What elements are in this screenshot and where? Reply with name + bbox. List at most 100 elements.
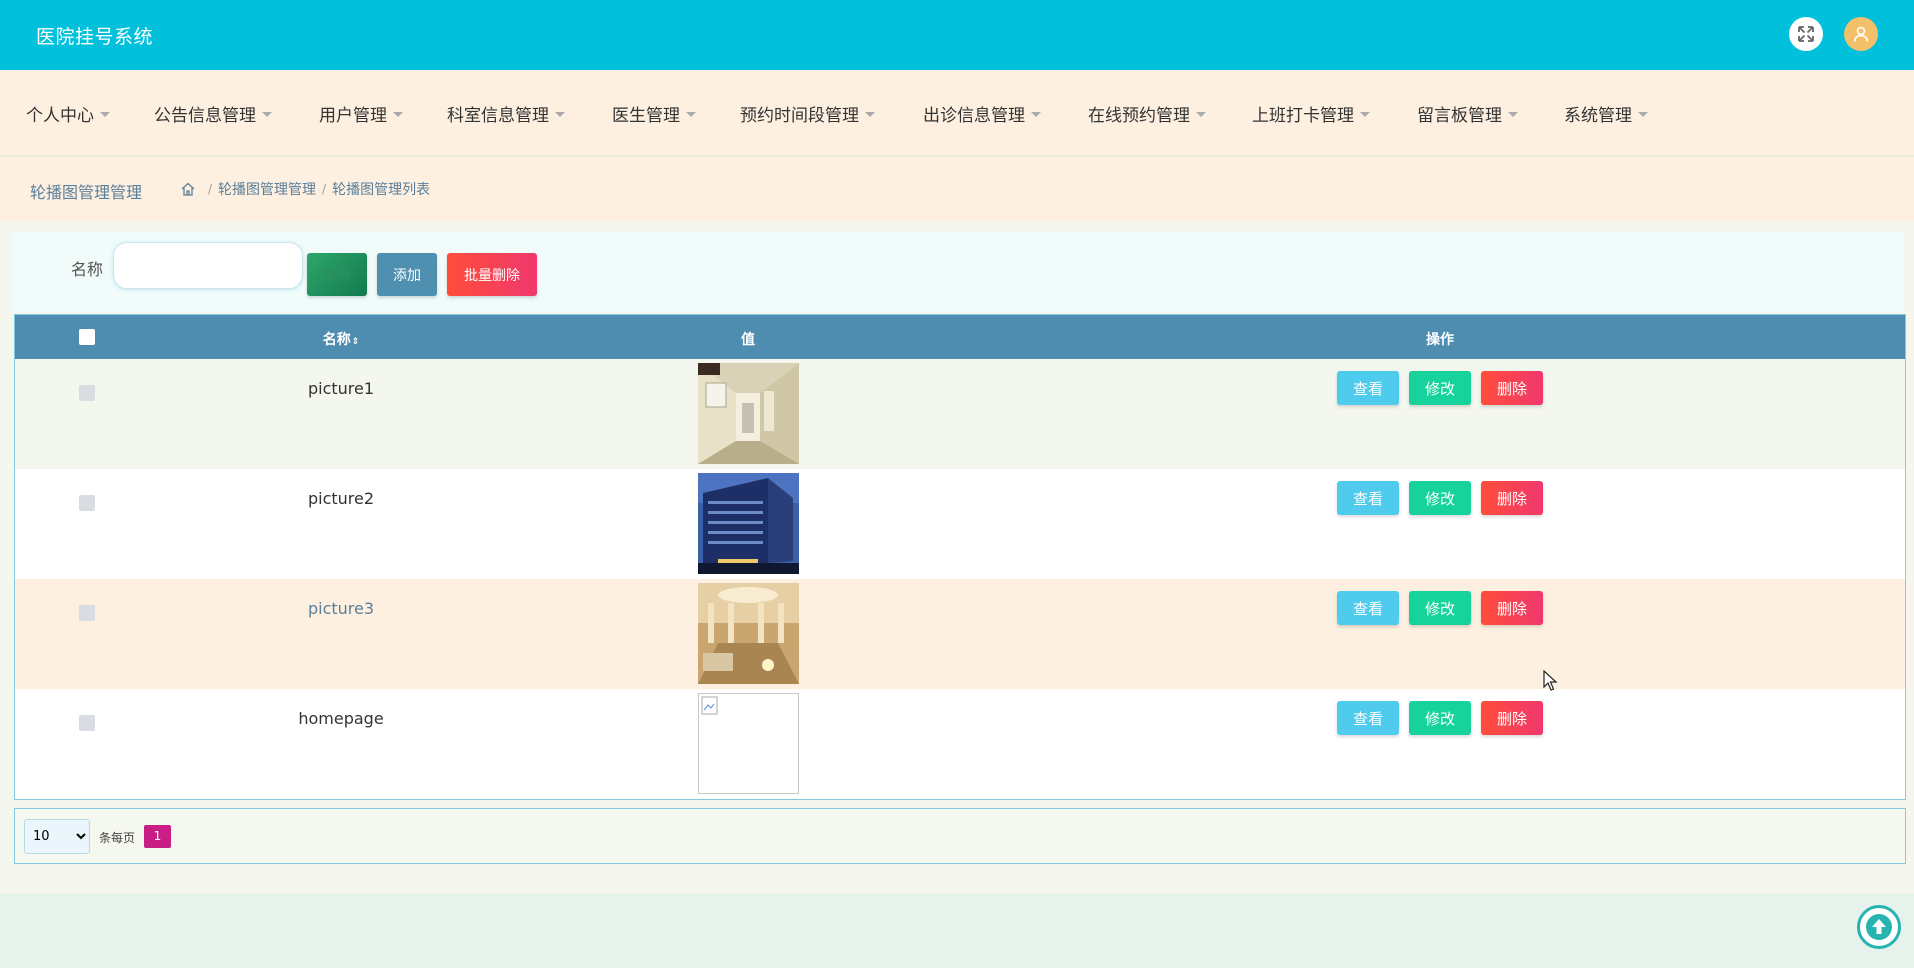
caret-down-icon bbox=[1031, 111, 1041, 117]
edit-button[interactable]: 修改 bbox=[1409, 591, 1471, 625]
caret-down-icon bbox=[865, 111, 875, 117]
broken-image-icon bbox=[701, 696, 718, 715]
column-value-header: 值 bbox=[741, 332, 755, 348]
data-table: 名称⇕ 值 操作 picture1 查看 修改 删除 picture2 查看 修… bbox=[14, 314, 1906, 800]
page-number-button[interactable]: 1 bbox=[144, 825, 171, 848]
menu-label: 上班打卡管理 bbox=[1252, 106, 1354, 126]
caret-down-icon bbox=[393, 111, 403, 117]
row-actions: 查看 修改 删除 bbox=[1337, 591, 1553, 625]
row-actions: 查看 修改 删除 bbox=[1337, 371, 1553, 405]
table-row: picture2 查看 修改 删除 bbox=[15, 469, 1905, 579]
fullscreen-button[interactable] bbox=[1789, 17, 1823, 51]
menu-label: 系统管理 bbox=[1564, 106, 1632, 126]
hospital-lobby-photo bbox=[698, 583, 799, 684]
main-menu: 个人中心 公告信息管理 用户管理 科室信息管理 医生管理 预约时间段管理 出诊信… bbox=[0, 70, 1914, 156]
page-size-select[interactable]: 10 bbox=[24, 819, 90, 854]
view-button[interactable]: 查看 bbox=[1337, 591, 1399, 625]
menu-label: 公告信息管理 bbox=[154, 106, 256, 126]
edit-button[interactable]: 修改 bbox=[1409, 371, 1471, 405]
page-title: 轮播图管理管理 bbox=[30, 183, 143, 202]
caret-down-icon bbox=[100, 111, 110, 117]
menu-label: 用户管理 bbox=[319, 106, 387, 126]
per-page-label: 条每页 bbox=[99, 831, 136, 845]
column-actions-header: 操作 bbox=[1426, 332, 1454, 348]
row-checkbox[interactable] bbox=[79, 715, 95, 731]
delete-button[interactable]: 删除 bbox=[1481, 371, 1543, 405]
table-header: 名称⇕ 值 操作 bbox=[15, 315, 1905, 359]
caret-down-icon bbox=[1638, 111, 1648, 117]
search-input[interactable] bbox=[113, 242, 303, 289]
row-name: picture2 bbox=[307, 489, 375, 508]
bulk-delete-button[interactable]: 批量删除 bbox=[447, 253, 537, 296]
hospital-corridor-photo bbox=[698, 363, 799, 464]
menu-label: 医生管理 bbox=[612, 106, 680, 126]
row-name: homepage bbox=[298, 709, 384, 728]
sort-icon[interactable]: ⇕ bbox=[352, 337, 360, 347]
row-checkbox[interactable] bbox=[79, 605, 95, 621]
row-actions: 查看 修改 删除 bbox=[1337, 481, 1553, 515]
column-label: 名称 bbox=[322, 332, 351, 348]
view-button[interactable]: 查看 bbox=[1337, 481, 1399, 515]
arrow-up-circle-icon bbox=[1866, 914, 1892, 940]
select-all-checkbox[interactable] bbox=[79, 329, 95, 345]
menu-system[interactable]: 系统管理 bbox=[1564, 101, 1648, 126]
row-image bbox=[698, 473, 799, 574]
mouse-cursor-icon bbox=[1543, 670, 1558, 691]
menu-label: 科室信息管理 bbox=[447, 106, 549, 126]
breadcrumb-item[interactable]: 轮播图管理管理 bbox=[218, 179, 316, 199]
caret-down-icon bbox=[1360, 111, 1370, 117]
menu-time-slots[interactable]: 预约时间段管理 bbox=[740, 101, 875, 126]
delete-button[interactable]: 删除 bbox=[1481, 591, 1543, 625]
row-checkbox[interactable] bbox=[79, 385, 95, 401]
query-button[interactable]: 查询 bbox=[307, 253, 367, 296]
add-button[interactable]: 添加 bbox=[377, 253, 437, 296]
home-icon[interactable] bbox=[180, 181, 196, 197]
table-row: picture3 查看 修改 删除 bbox=[15, 579, 1905, 689]
menu-label: 出诊信息管理 bbox=[923, 106, 1025, 126]
column-name-header[interactable]: 名称⇕ bbox=[323, 329, 360, 349]
menu-label: 留言板管理 bbox=[1417, 106, 1502, 126]
breadcrumb: / 轮播图管理管理 / 轮播图管理列表 bbox=[180, 179, 430, 199]
delete-button[interactable]: 删除 bbox=[1481, 481, 1543, 515]
row-image bbox=[698, 583, 799, 684]
menu-label: 个人中心 bbox=[26, 106, 94, 126]
app-title: 医院挂号系统 bbox=[36, 26, 154, 48]
row-actions: 查看 修改 删除 bbox=[1337, 701, 1553, 735]
menu-personal-center[interactable]: 个人中心 bbox=[26, 101, 110, 126]
caret-down-icon bbox=[1196, 111, 1206, 117]
avatar[interactable] bbox=[1844, 17, 1878, 51]
row-image bbox=[698, 363, 799, 464]
caret-down-icon bbox=[1508, 111, 1518, 117]
menu-label: 在线预约管理 bbox=[1088, 106, 1190, 126]
back-to-top-button[interactable] bbox=[1857, 905, 1901, 949]
menu-users[interactable]: 用户管理 bbox=[319, 101, 403, 126]
view-button[interactable]: 查看 bbox=[1337, 701, 1399, 735]
breadcrumb-item: 轮播图管理列表 bbox=[332, 182, 431, 198]
breadcrumb-separator: / bbox=[208, 182, 213, 196]
view-button[interactable]: 查看 bbox=[1337, 371, 1399, 405]
delete-button[interactable]: 删除 bbox=[1481, 701, 1543, 735]
menu-clinic-info[interactable]: 出诊信息管理 bbox=[923, 101, 1041, 126]
row-image bbox=[698, 693, 799, 794]
breadcrumb-separator: / bbox=[322, 182, 327, 196]
search-label: 名称 bbox=[71, 260, 104, 279]
menu-online-booking[interactable]: 在线预约管理 bbox=[1088, 101, 1206, 126]
user-avatar-icon bbox=[1853, 26, 1869, 42]
hospital-building-photo bbox=[698, 473, 799, 574]
row-name: picture1 bbox=[307, 379, 375, 398]
menu-notice[interactable]: 公告信息管理 bbox=[154, 101, 272, 126]
menu-doctors[interactable]: 医生管理 bbox=[612, 101, 696, 126]
table-row: homepage 查看 修改 删除 bbox=[15, 689, 1905, 799]
menu-label: 预约时间段管理 bbox=[740, 106, 859, 126]
menu-departments[interactable]: 科室信息管理 bbox=[447, 101, 565, 126]
row-name: picture3 bbox=[307, 599, 375, 618]
edit-button[interactable]: 修改 bbox=[1409, 701, 1471, 735]
pagination: 10 条每页 1 bbox=[14, 808, 1906, 864]
edit-button[interactable]: 修改 bbox=[1409, 481, 1471, 515]
caret-down-icon bbox=[262, 111, 272, 117]
row-checkbox[interactable] bbox=[79, 495, 95, 511]
menu-clock-in[interactable]: 上班打卡管理 bbox=[1252, 101, 1370, 126]
table-row: picture1 查看 修改 删除 bbox=[15, 359, 1905, 469]
menu-message-board[interactable]: 留言板管理 bbox=[1417, 101, 1518, 126]
fullscreen-icon bbox=[1798, 26, 1814, 42]
